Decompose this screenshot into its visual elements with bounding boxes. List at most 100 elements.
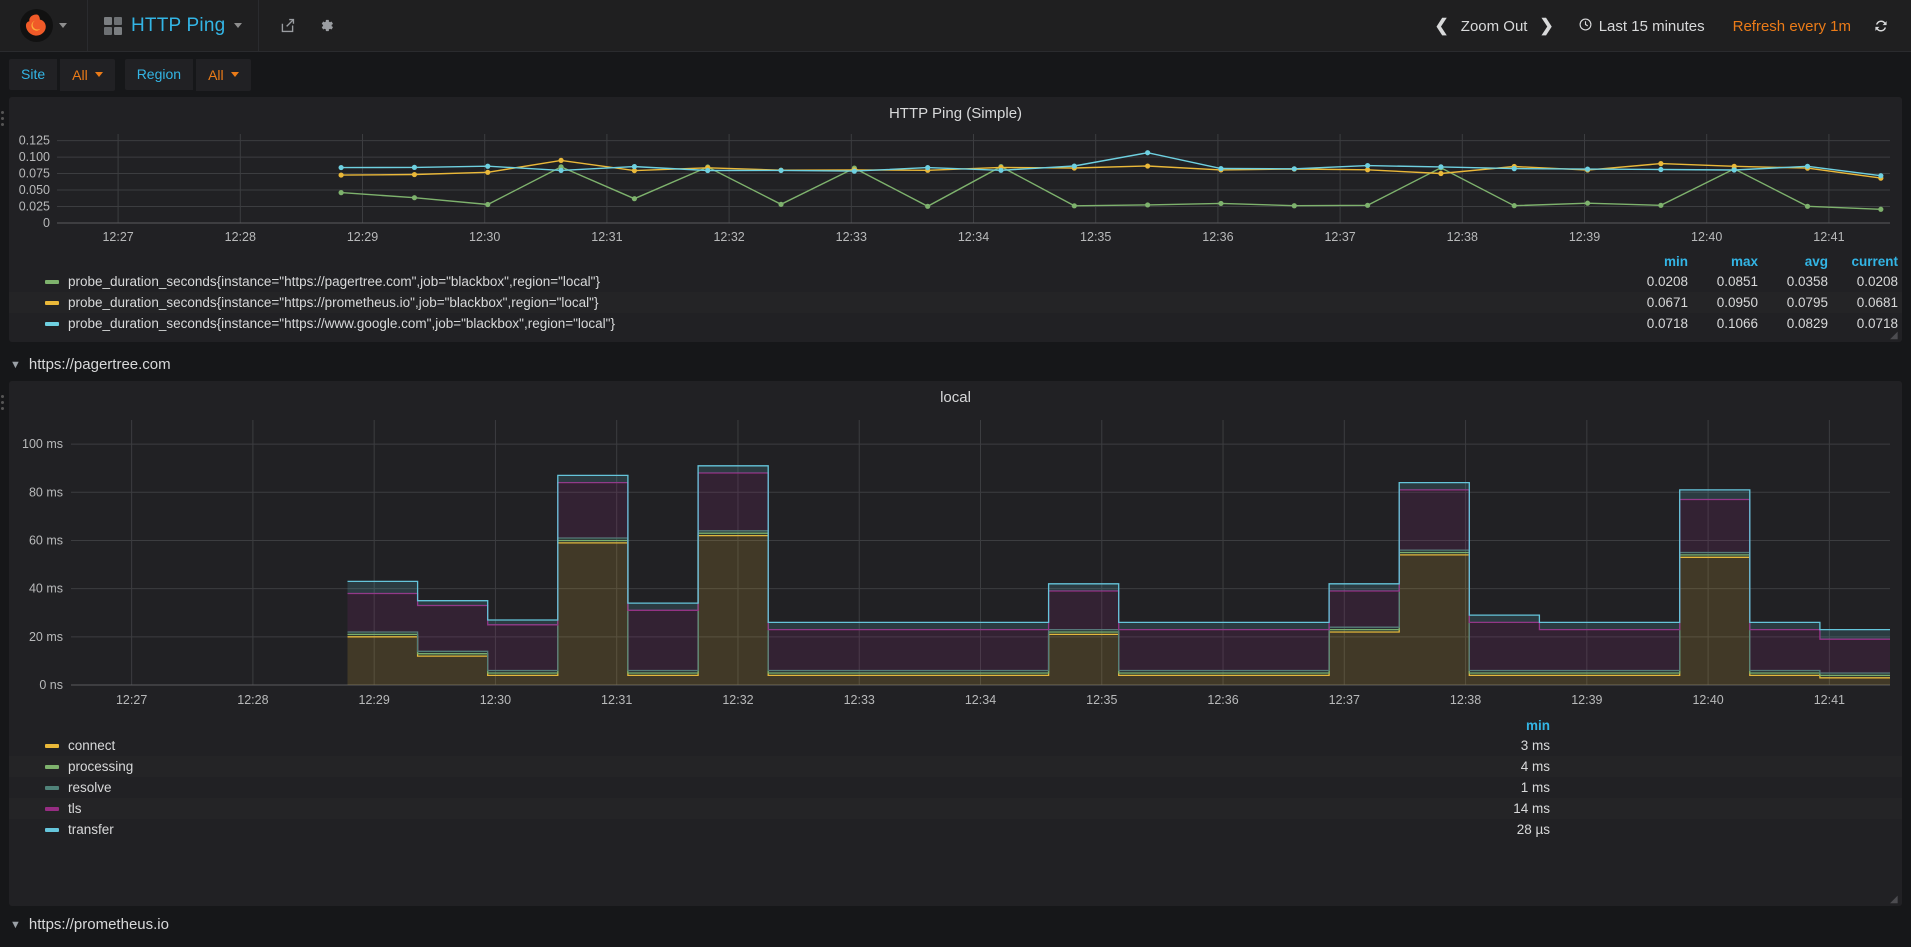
svg-text:12:41: 12:41 bbox=[1813, 230, 1844, 244]
legend-item-values: 28 µs bbox=[1480, 819, 1550, 840]
legend-color-swatch[interactable] bbox=[45, 827, 59, 832]
legend-http-ping-simple: min max avg current probe_duration_secon… bbox=[9, 249, 1902, 340]
chart-local[interactable]: 0 ns 20 ms 40 ms 60 ms 80 ms 100 ms 12:27 12:28… bbox=[9, 408, 1902, 713]
svg-text:100 ms: 100 ms bbox=[22, 437, 63, 451]
clock-icon bbox=[1578, 17, 1593, 36]
legend-item-label[interactable]: probe_duration_seconds{instance="https:/… bbox=[68, 316, 615, 331]
drag-handle-icon[interactable] bbox=[1, 395, 4, 410]
legend-item[interactable]: probe_duration_seconds{instance="https:/… bbox=[9, 313, 1902, 334]
legend-header-values: min bbox=[1480, 715, 1550, 736]
svg-text:12:32: 12:32 bbox=[722, 693, 753, 707]
variable-site-label: Site bbox=[9, 58, 58, 91]
legend-item[interactable]: connect 3 ms bbox=[9, 735, 1902, 756]
svg-text:12:33: 12:33 bbox=[836, 230, 867, 244]
legend-item[interactable]: processing 4 ms bbox=[9, 756, 1902, 777]
legend-item-label[interactable]: probe_duration_seconds{instance="https:/… bbox=[68, 274, 600, 289]
svg-text:12:30: 12:30 bbox=[469, 230, 500, 244]
legend-header-min[interactable]: min bbox=[1618, 254, 1688, 269]
time-range-picker[interactable]: Last 15 minutes bbox=[1564, 17, 1719, 36]
refresh-icon[interactable] bbox=[1865, 18, 1899, 34]
legend-value-current: 0.0718 bbox=[1856, 316, 1898, 331]
svg-text:12:27: 12:27 bbox=[116, 693, 147, 707]
svg-text:12:28: 12:28 bbox=[237, 693, 268, 707]
legend-value-min: 14 ms bbox=[1513, 801, 1550, 816]
legend-color-swatch[interactable] bbox=[45, 743, 59, 748]
legend-value-avg: 0.0829 bbox=[1786, 316, 1828, 331]
svg-text:0.125: 0.125 bbox=[19, 134, 50, 148]
legend-local: min connect 3 ms processing 4 ms resolve… bbox=[9, 713, 1902, 846]
legend-value-max: 0.0950 bbox=[1716, 295, 1758, 310]
legend-item[interactable]: probe_duration_seconds{instance="https:/… bbox=[9, 292, 1902, 313]
legend-item-label[interactable]: connect bbox=[68, 738, 115, 753]
legend-item-label[interactable]: tls bbox=[68, 801, 82, 816]
svg-text:80 ms: 80 ms bbox=[29, 485, 63, 499]
legend-color-swatch[interactable] bbox=[45, 764, 59, 769]
row-title[interactable]: https://prometheus.io bbox=[29, 916, 169, 933]
logo-caret-icon[interactable] bbox=[59, 23, 67, 28]
legend-color-swatch[interactable] bbox=[45, 321, 59, 326]
legend-value-min: 3 ms bbox=[1520, 738, 1550, 753]
navbar-time-controls: ❮ Zoom Out ❯ Last 15 minutes Refresh eve… bbox=[1425, 0, 1899, 52]
panel-local: local 0 ns 20 ms 40 ms 60 ms 80 ms 100 ms 12:2… bbox=[1, 381, 1902, 906]
legend-value-max: 0.0851 bbox=[1716, 274, 1758, 289]
legend-color-swatch[interactable] bbox=[45, 806, 59, 811]
legend-item-values: 3 ms bbox=[1480, 735, 1550, 756]
row-header-prometheus[interactable]: ▼ https://prometheus.io bbox=[0, 910, 1911, 941]
svg-text:12:36: 12:36 bbox=[1202, 230, 1233, 244]
legend-header-min[interactable]: min bbox=[1480, 718, 1550, 733]
dashboard-caret-icon[interactable] bbox=[234, 23, 243, 28]
time-shift-back-icon[interactable]: ❮ bbox=[1435, 16, 1449, 36]
gear-icon[interactable] bbox=[318, 17, 335, 34]
legend-color-swatch[interactable] bbox=[45, 785, 59, 790]
legend-item-values: 0.0718 0.1066 0.0829 0.0718 bbox=[1618, 313, 1898, 334]
legend-item-label[interactable]: probe_duration_seconds{instance="https:/… bbox=[68, 295, 598, 310]
svg-text:20 ms: 20 ms bbox=[29, 630, 63, 644]
refresh-interval-label[interactable]: Refresh every 1m bbox=[1719, 18, 1865, 35]
svg-text:12:34: 12:34 bbox=[958, 230, 989, 244]
legend-header-current[interactable]: current bbox=[1828, 254, 1898, 269]
svg-text:0.050: 0.050 bbox=[19, 183, 50, 197]
svg-text:12:41: 12:41 bbox=[1814, 693, 1845, 707]
variable-site: Site All bbox=[9, 58, 115, 91]
legend-header-max[interactable]: max bbox=[1688, 254, 1758, 269]
legend-color-swatch[interactable] bbox=[45, 279, 59, 284]
dashboard-submenu: Site All Region All bbox=[0, 52, 1911, 97]
time-range-label[interactable]: Last 15 minutes bbox=[1599, 18, 1705, 35]
drag-handle-icon[interactable] bbox=[1, 111, 4, 126]
legend-item[interactable]: probe_duration_seconds{instance="https:/… bbox=[9, 271, 1902, 292]
zoom-out-button[interactable]: Zoom Out bbox=[1461, 18, 1528, 35]
panel-title-http-ping-simple[interactable]: HTTP Ping (Simple) bbox=[9, 97, 1902, 124]
share-icon[interactable] bbox=[279, 17, 296, 34]
chevron-down-icon[interactable]: ▼ bbox=[10, 359, 21, 371]
panel-resize-handle[interactable]: ◢ bbox=[1890, 895, 1900, 905]
svg-text:12:35: 12:35 bbox=[1086, 693, 1117, 707]
top-navbar: HTTP Ping ❮ Zoom Out ❯ Last 15 minutes R… bbox=[0, 0, 1911, 52]
legend-item-label[interactable]: processing bbox=[68, 759, 133, 774]
dashboard-title-group[interactable]: HTTP Ping bbox=[88, 0, 260, 52]
chevron-down-icon[interactable]: ▼ bbox=[10, 919, 21, 931]
legend-item[interactable]: transfer 28 µs bbox=[9, 819, 1902, 840]
row-title[interactable]: https://pagertree.com bbox=[29, 356, 171, 373]
legend-color-swatch[interactable] bbox=[45, 300, 59, 305]
page-title[interactable]: HTTP Ping bbox=[131, 15, 225, 37]
variable-region-value[interactable]: All bbox=[196, 58, 251, 91]
legend-header-avg[interactable]: avg bbox=[1758, 254, 1828, 269]
svg-text:12:28: 12:28 bbox=[225, 230, 256, 244]
legend-value-min: 4 ms bbox=[1520, 759, 1550, 774]
time-shift-forward-icon[interactable]: ❯ bbox=[1539, 16, 1553, 36]
variable-site-value[interactable]: All bbox=[60, 58, 115, 91]
variable-region: Region All bbox=[124, 58, 251, 91]
legend-item[interactable]: tls 14 ms bbox=[9, 798, 1902, 819]
panel-resize-handle[interactable]: ◢ bbox=[1890, 331, 1900, 341]
svg-text:12:36: 12:36 bbox=[1207, 693, 1238, 707]
chevron-down-icon bbox=[230, 72, 239, 77]
logo-area[interactable] bbox=[0, 0, 88, 52]
legend-item-label[interactable]: resolve bbox=[68, 780, 112, 795]
chart-http-ping-simple[interactable]: 0 0.025 0.050 0.075 0.100 0.125 12:27 12:28 12:2… bbox=[9, 124, 1902, 249]
legend-item-label[interactable]: transfer bbox=[68, 822, 114, 837]
legend-value-current: 0.0208 bbox=[1856, 274, 1898, 289]
grafana-logo-icon[interactable] bbox=[20, 9, 53, 42]
legend-item[interactable]: resolve 1 ms bbox=[9, 777, 1902, 798]
panel-title-local[interactable]: local bbox=[9, 381, 1902, 408]
row-header-pagertree[interactable]: ▼ https://pagertree.com bbox=[0, 346, 1911, 381]
